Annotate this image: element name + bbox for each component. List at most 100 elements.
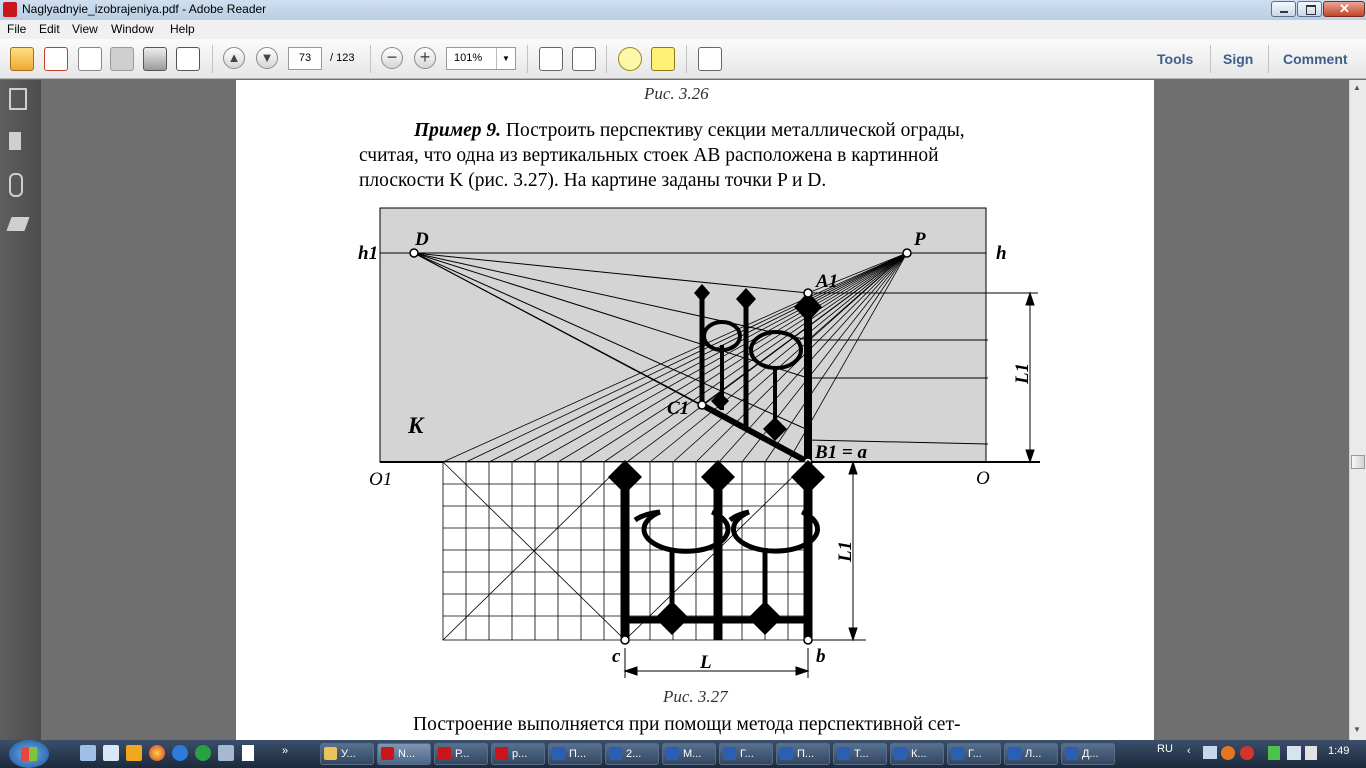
minimize-icon bbox=[1280, 11, 1288, 13]
word-icon bbox=[1065, 747, 1078, 760]
windows-logo-icon bbox=[21, 747, 37, 761]
word-icon bbox=[780, 747, 793, 760]
internet-explorer-icon[interactable] bbox=[172, 745, 188, 761]
media-player-icon[interactable] bbox=[126, 745, 142, 761]
page-total: / 123 bbox=[330, 52, 355, 64]
taskbar-button-reader[interactable]: N... bbox=[377, 743, 431, 765]
zoom-out-button[interactable]: − bbox=[381, 47, 403, 69]
expand-icon[interactable] bbox=[698, 47, 722, 71]
antivirus-icon[interactable] bbox=[1240, 746, 1254, 760]
comment-link[interactable]: Comment bbox=[1283, 51, 1348, 67]
taskbar-button-word-7[interactable]: К... bbox=[890, 743, 944, 765]
scroll-down-icon[interactable]: ▼ bbox=[1353, 725, 1361, 734]
taskbar-button-word-6[interactable]: Т... bbox=[833, 743, 887, 765]
utorrent-icon[interactable] bbox=[195, 745, 211, 761]
label-b: b bbox=[816, 646, 826, 667]
label-h1: h1 bbox=[358, 243, 378, 264]
battery-icon[interactable] bbox=[1268, 746, 1280, 760]
email-icon[interactable] bbox=[176, 47, 200, 71]
taskbar-button-word-5[interactable]: П... bbox=[776, 743, 830, 765]
taskbar-button-word-9[interactable]: Л... bbox=[1004, 743, 1058, 765]
attachments-icon[interactable] bbox=[9, 173, 23, 197]
label-d: D bbox=[414, 229, 429, 250]
tools-quick-icon[interactable] bbox=[218, 745, 234, 761]
layers-icon[interactable] bbox=[6, 217, 30, 231]
label-l: L bbox=[699, 652, 712, 673]
sign-link[interactable]: Sign bbox=[1223, 51, 1253, 67]
zoom-in-button[interactable]: + bbox=[414, 47, 436, 69]
taskbar-button-word-8[interactable]: Г... bbox=[947, 743, 1001, 765]
taskbar-button-folder[interactable]: У... bbox=[320, 743, 374, 765]
show-desktop-icon[interactable] bbox=[80, 745, 96, 761]
restore-button[interactable] bbox=[1297, 1, 1322, 17]
next-page-button[interactable]: ▼ bbox=[256, 47, 278, 69]
navigation-pane bbox=[0, 80, 41, 740]
page-thumbnails-icon[interactable] bbox=[9, 88, 27, 110]
network-icon[interactable] bbox=[1203, 746, 1217, 759]
tray-expand-icon[interactable]: ‹ bbox=[1187, 745, 1191, 757]
edit-icon[interactable] bbox=[78, 47, 102, 71]
save-icon[interactable] bbox=[110, 47, 134, 71]
word-icon bbox=[552, 747, 565, 760]
toolbar-separator bbox=[606, 45, 607, 73]
clock[interactable]: 1:49 bbox=[1328, 745, 1349, 757]
chrome-icon[interactable] bbox=[149, 745, 165, 761]
explorer-quick-icon[interactable] bbox=[103, 745, 119, 761]
taskbar-button-word-3[interactable]: М... bbox=[662, 743, 716, 765]
word-icon bbox=[837, 747, 850, 760]
taskbar-button-word-10[interactable]: Д... bbox=[1061, 743, 1115, 765]
scroll-up-icon[interactable]: ▲ bbox=[1353, 83, 1361, 92]
chevron-right-icon[interactable]: » bbox=[282, 745, 288, 757]
print-icon[interactable] bbox=[143, 47, 167, 71]
network-status-icon[interactable] bbox=[1287, 746, 1301, 760]
open-folder-icon[interactable] bbox=[10, 47, 34, 71]
menu-file[interactable]: File bbox=[7, 22, 26, 36]
taskbar-button-word-1[interactable]: П... bbox=[548, 743, 602, 765]
label-h: h bbox=[996, 243, 1007, 264]
taskbar: » У... N... Р... р... П... 2... М... Г..… bbox=[0, 740, 1366, 768]
fit-page-icon[interactable] bbox=[539, 47, 563, 71]
example-label: Пример 9. bbox=[414, 120, 502, 141]
create-pdf-icon[interactable] bbox=[44, 47, 68, 71]
menu-edit[interactable]: Edit bbox=[39, 22, 60, 36]
dimension-l bbox=[623, 648, 810, 678]
pdf-icon bbox=[381, 747, 394, 760]
zoom-value: 101% bbox=[454, 52, 483, 64]
full-screen-icon[interactable] bbox=[572, 47, 596, 71]
taskbar-button-pdf-3[interactable]: р... bbox=[491, 743, 545, 765]
example-text-line1: Построить перспективу секции металлическ… bbox=[505, 120, 965, 141]
taskbar-button-pdf-2[interactable]: Р... bbox=[434, 743, 488, 765]
toolbar-separator bbox=[1210, 45, 1211, 73]
taskbar-button-word-4[interactable]: Г... bbox=[719, 743, 773, 765]
minimize-button[interactable] bbox=[1271, 1, 1296, 17]
app-tray-icon[interactable] bbox=[1221, 746, 1235, 760]
vertical-scrollbar[interactable]: ▲ ▼ bbox=[1349, 80, 1366, 740]
zoom-select[interactable]: 101% ▼ bbox=[446, 47, 516, 70]
label-c1: C1 bbox=[667, 398, 689, 419]
language-indicator[interactable]: RU bbox=[1157, 743, 1173, 755]
volume-icon[interactable] bbox=[1305, 746, 1317, 760]
restore-icon bbox=[1306, 5, 1316, 15]
menu-window[interactable]: Window bbox=[111, 22, 154, 36]
taskbar-button-word-2[interactable]: 2... bbox=[605, 743, 659, 765]
scroll-thumb[interactable] bbox=[1351, 455, 1365, 469]
picture-plane-k bbox=[379, 207, 987, 463]
previous-page-button[interactable]: ▲ bbox=[223, 47, 245, 69]
page-number-input[interactable]: 73 bbox=[288, 47, 322, 70]
bookmarks-icon[interactable] bbox=[9, 132, 21, 150]
menu-view[interactable]: View bbox=[72, 22, 98, 36]
pdf-icon bbox=[438, 747, 451, 760]
word-icon bbox=[666, 747, 679, 760]
tools-link[interactable]: Tools bbox=[1157, 51, 1193, 67]
highlight-icon[interactable] bbox=[651, 47, 675, 71]
menu-help[interactable]: Help bbox=[170, 22, 195, 36]
sticky-note-icon[interactable] bbox=[618, 47, 642, 71]
toolbar-separator bbox=[527, 45, 528, 73]
close-button[interactable]: ✕ bbox=[1323, 1, 1365, 17]
chevron-down-icon[interactable]: ▼ bbox=[496, 48, 515, 69]
label-l1-bottom: L1 bbox=[835, 541, 856, 563]
start-button[interactable] bbox=[9, 740, 49, 768]
document-quick-icon[interactable] bbox=[242, 745, 254, 761]
pdf-icon bbox=[495, 747, 508, 760]
word-icon bbox=[951, 747, 964, 760]
